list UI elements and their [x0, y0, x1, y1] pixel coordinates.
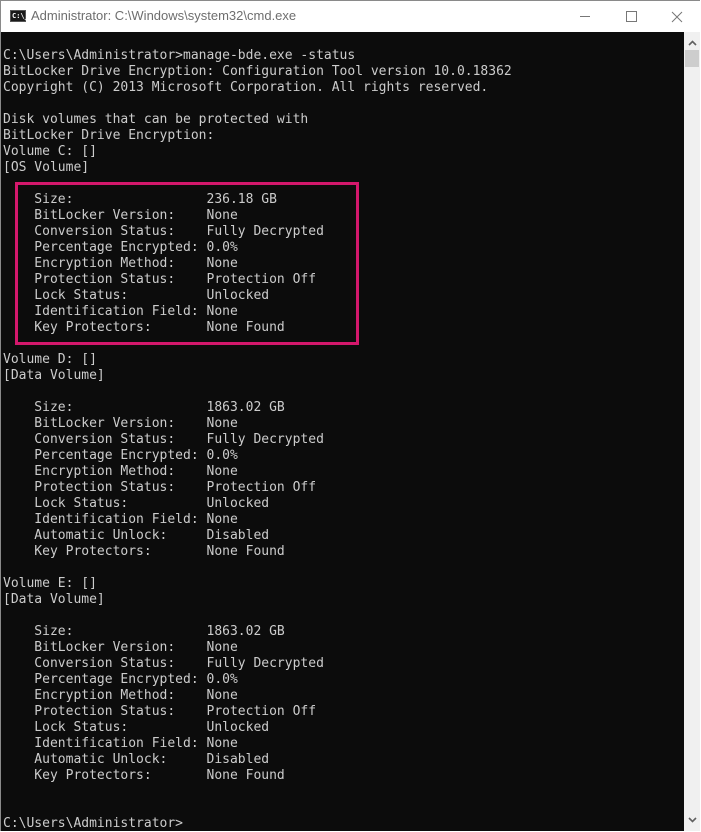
- console-line: Size: 1863.02 GB: [3, 624, 285, 639]
- console-line: Conversion Status: Fully Decrypted: [3, 656, 324, 671]
- console-line: Automatic Unlock: Disabled: [3, 752, 270, 767]
- cmd-icon-text: C:\_: [12, 12, 29, 20]
- console-line: Lock Status: Unlocked: [3, 720, 270, 735]
- maximize-icon: [625, 11, 637, 22]
- chevron-up-icon: [687, 40, 697, 46]
- console-line: BitLocker Drive Encryption: Configuratio…: [3, 64, 512, 79]
- console-line: Volume C: []: [3, 144, 97, 159]
- window-title: Administrator: C:\Windows\system32\cmd.e…: [31, 8, 297, 23]
- console-line: Percentage Encrypted: 0.0%: [3, 672, 238, 687]
- vertical-scrollbar[interactable]: [684, 32, 700, 831]
- console-line: [Data Volume]: [3, 368, 105, 383]
- console-line: BitLocker Drive Encryption:: [3, 128, 215, 143]
- console-line: C:\Users\Administrator>manage-bde.exe -s…: [3, 48, 356, 63]
- console-line: Volume E: []: [3, 576, 97, 591]
- console-line: Volume D: []: [3, 352, 97, 367]
- console-line: Size: 1863.02 GB: [3, 400, 285, 415]
- console-line: Key Protectors: None Found: [3, 768, 285, 783]
- cmd-window: C:\_ Administrator: C:\Windows\system32\…: [0, 0, 700, 831]
- console-line: Encryption Method: None: [3, 688, 238, 703]
- console-line: Key Protectors: None Found: [3, 544, 285, 559]
- console-line: Copyright (C) 2013 Microsoft Corporation…: [3, 80, 489, 95]
- minimize-icon: [580, 16, 590, 17]
- console-line: [OS Volume]: [3, 160, 90, 175]
- console-line: Identification Field: None: [3, 512, 238, 527]
- close-button[interactable]: [654, 1, 700, 32]
- console-line: Encryption Method: None: [3, 464, 238, 479]
- scroll-up-button[interactable]: [684, 36, 700, 50]
- console-line: Identification Field: None: [3, 736, 238, 751]
- console-line: [Data Volume]: [3, 592, 105, 607]
- console-line: Protection Status: Protection Off: [3, 704, 317, 719]
- cmd-icon: C:\_: [10, 10, 29, 22]
- scroll-down-button[interactable]: [684, 813, 700, 827]
- title-bar[interactable]: C:\_ Administrator: C:\Windows\system32\…: [1, 1, 700, 32]
- console-lines: C:\Users\Administrator>manage-bde.exe -s…: [3, 48, 512, 831]
- close-icon: [671, 11, 683, 22]
- maximize-button[interactable]: [608, 1, 654, 32]
- console-line: Lock Status: Unlocked: [3, 496, 270, 511]
- console-line: Conversion Status: Fully Decrypted: [3, 432, 324, 447]
- minimize-button[interactable]: [562, 1, 608, 32]
- console-line: Percentage Encrypted: 0.0%: [3, 448, 238, 463]
- console-line: BitLocker Version: None: [3, 640, 238, 655]
- console-line: Automatic Unlock: Disabled: [3, 528, 270, 543]
- scrollbar-thumb[interactable]: [685, 50, 699, 67]
- highlight-box: [15, 182, 359, 345]
- console-line: C:\Users\Administrator>: [3, 816, 184, 831]
- chevron-down-icon: [687, 817, 697, 823]
- console-line: Disk volumes that can be protected with: [3, 112, 309, 127]
- console-output[interactable]: C:\Users\Administrator>manage-bde.exe -s…: [1, 32, 684, 831]
- console-line: Protection Status: Protection Off: [3, 480, 317, 495]
- console-line: BitLocker Version: None: [3, 416, 238, 431]
